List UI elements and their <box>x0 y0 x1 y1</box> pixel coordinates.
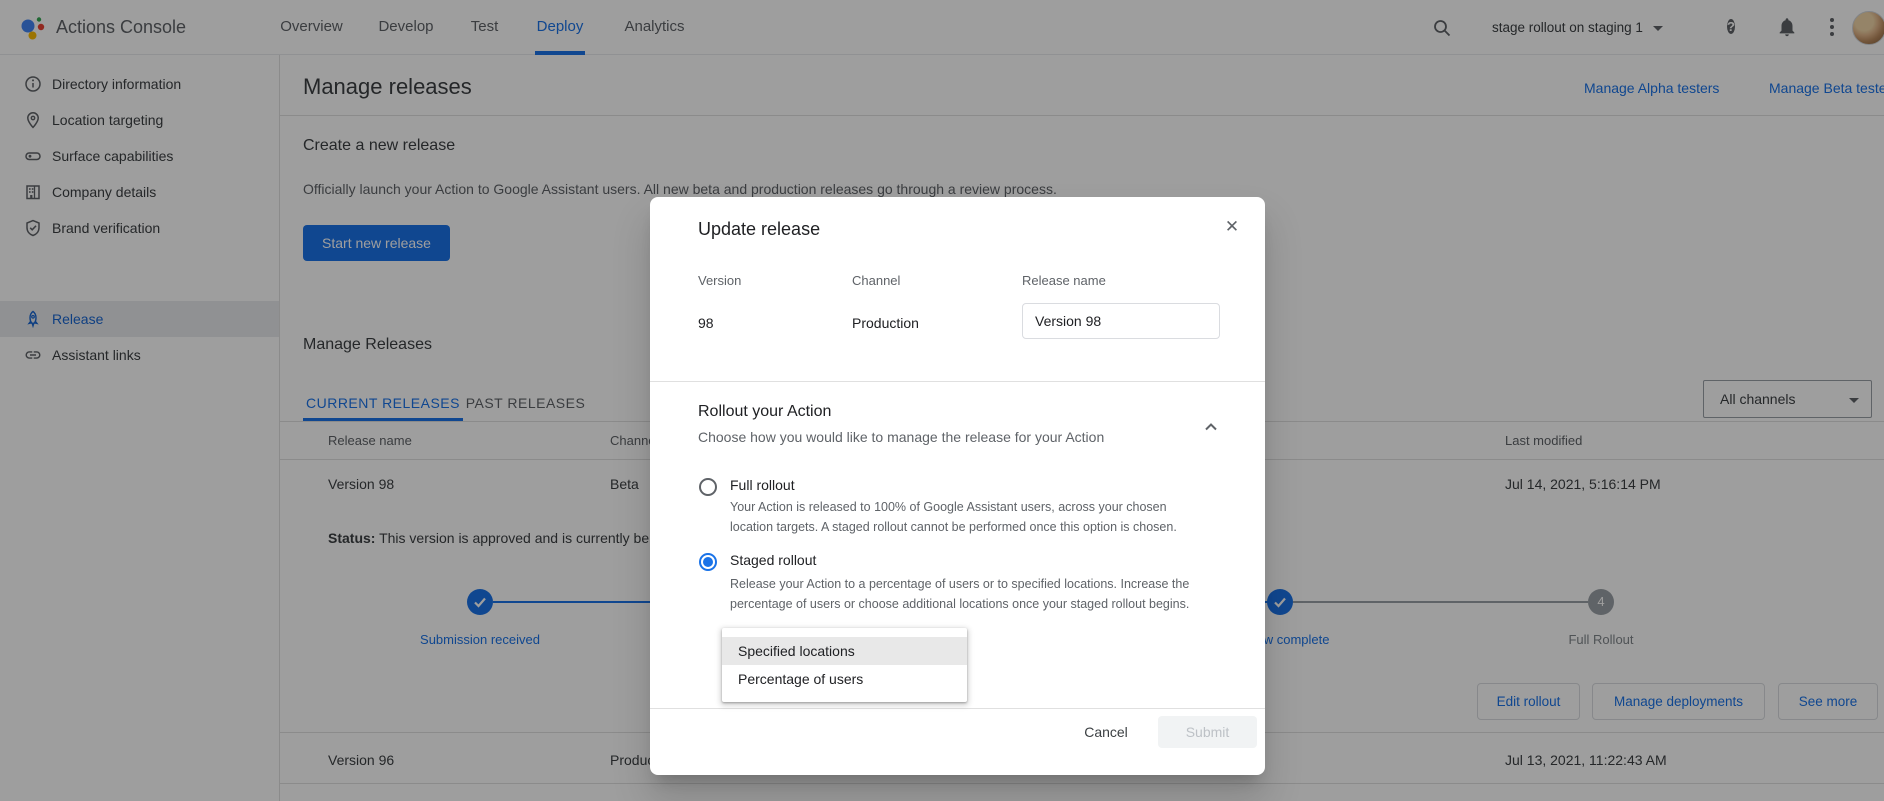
full-rollout-description: Your Action is released to 100% of Googl… <box>730 497 1200 537</box>
channel-value: Production <box>852 315 919 331</box>
channel-label: Channel <box>852 273 900 288</box>
staged-rollout-label: Staged rollout <box>730 552 816 568</box>
staged-rollout-description: Release your Action to a percentage of u… <box>730 574 1200 614</box>
cancel-button[interactable]: Cancel <box>1071 716 1141 748</box>
release-name-input[interactable] <box>1022 303 1220 339</box>
update-release-dialog: Update release ✕ Version Channel Release… <box>650 197 1265 775</box>
dialog-title: Update release <box>698 219 820 240</box>
full-rollout-radio[interactable] <box>699 478 717 496</box>
submit-button[interactable]: Submit <box>1158 716 1257 748</box>
chevron-up-icon[interactable] <box>1199 415 1223 439</box>
menu-item-percentage-of-users[interactable]: Percentage of users <box>722 665 967 693</box>
staged-rollout-type-menu: Specified locations Percentage of users <box>722 628 967 702</box>
close-icon[interactable]: ✕ <box>1220 215 1244 239</box>
rollout-section-title: Rollout your Action <box>698 403 831 421</box>
staged-rollout-radio[interactable] <box>699 553 717 571</box>
version-label: Version <box>698 273 741 288</box>
actions-console-app: Actions Console Overview Develop Test De… <box>0 0 1884 801</box>
release-name-label: Release name <box>1022 273 1106 288</box>
dialog-footer-divider <box>650 708 1265 709</box>
full-rollout-label: Full rollout <box>730 477 795 493</box>
dialog-section-divider <box>650 381 1265 382</box>
version-value: 98 <box>698 315 714 331</box>
menu-item-specified-locations[interactable]: Specified locations <box>722 637 967 665</box>
rollout-section-subtitle: Choose how you would like to manage the … <box>698 429 1104 445</box>
